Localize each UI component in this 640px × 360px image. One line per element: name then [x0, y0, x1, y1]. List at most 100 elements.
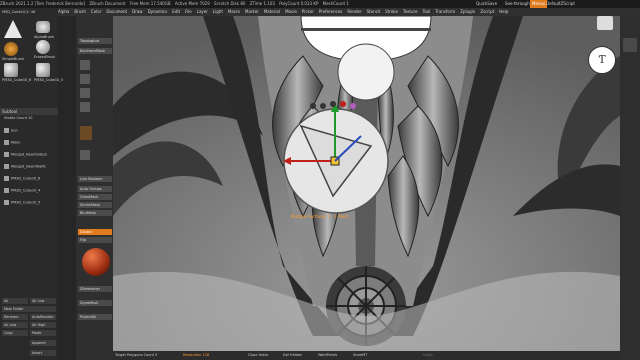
bottom-shelf: Target Polygons Count 5 Resolution 128 C… — [113, 351, 620, 360]
right-shelf — [620, 16, 640, 360]
menu-texture[interactable]: Texture — [403, 9, 418, 14]
resolution-slider[interactable]: Resolution 128 — [183, 351, 209, 360]
flip-button[interactable]: Flip — [78, 237, 112, 243]
free-mem: Free Mem 17.540GB — [129, 1, 171, 6]
shrink-mask-button[interactable]: ShrinkMask — [78, 202, 112, 208]
logo-icon: Ƭ — [588, 46, 616, 74]
del-hidden-button[interactable]: Del Hidden — [283, 351, 302, 360]
grow-mask-button[interactable]: GrowMask — [78, 194, 112, 200]
subtool-item[interactable]: Moon — [4, 140, 21, 145]
subtool-thumb-icon — [4, 188, 9, 193]
simple-brush-icon[interactable] — [4, 42, 18, 56]
backface-mask-button[interactable]: BackfaceMask — [78, 48, 112, 54]
menu-draw[interactable]: Draw — [132, 9, 142, 14]
copy-button[interactable]: Copy — [2, 330, 28, 336]
menu-alpha[interactable]: Alpha — [58, 9, 69, 14]
menu-tool[interactable]: Tool — [423, 9, 431, 14]
gizmo-info-label: Multiple Surfaces: 1 · 1 Mesh — [291, 214, 349, 219]
menu-help[interactable]: Help — [499, 9, 508, 14]
auto-groups-button[interactable]: Auto Groups — [78, 186, 112, 192]
default-zscript-button[interactable]: DefaultZScript — [546, 0, 575, 8]
double-button[interactable]: Double — [78, 229, 112, 235]
visible-count[interactable]: Visible Count 10 — [4, 116, 33, 120]
project-all-button[interactable]: ProjectAll — [78, 314, 112, 320]
subtool-item[interactable]: PM3D_Cube10_5 — [4, 200, 40, 205]
menu-edit[interactable]: Edit — [172, 9, 180, 14]
subtool-header[interactable]: Subtool — [0, 108, 58, 115]
append-button[interactable]: Append — [30, 340, 56, 346]
menu-file[interactable]: File — [185, 9, 192, 14]
weld-points-button[interactable]: WeldPoints — [318, 351, 337, 360]
tool-thumbnail-icon[interactable] — [4, 20, 22, 38]
subtool-thumb-icon — [4, 140, 9, 145]
left-tray: MSD_Cube10,5: 48 AlphaBrush SimpleBrush … — [0, 8, 63, 360]
menu-color[interactable]: Color — [91, 9, 101, 14]
alpha-brush-label: AlphaBrush — [34, 35, 55, 39]
cube-tool-icon-2[interactable] — [36, 63, 50, 77]
tool-label-1: PM3D_Cube10_6 — [2, 78, 32, 82]
avatar-thumb-icon[interactable] — [623, 38, 637, 52]
all-button[interactable]: All — [2, 298, 28, 304]
menu-zplugin[interactable]: Zplugin — [460, 9, 475, 14]
tool-title: MSD_Cube10,5: 48 — [2, 10, 36, 14]
paste-button[interactable]: Paste — [30, 330, 56, 336]
menu-movie[interactable]: Movie — [285, 9, 297, 14]
autoreorder-button[interactable]: AutoReorder — [30, 314, 56, 320]
all-low-button[interactable]: All Low — [30, 298, 56, 304]
subtool-thumb-icon — [4, 128, 9, 133]
blur-mask-button[interactable]: BlurMask — [78, 210, 112, 216]
rename-button[interactable]: Rename — [2, 314, 28, 320]
close-holes-button[interactable]: Close Holes — [248, 351, 268, 360]
menu-marker[interactable]: Marker — [245, 9, 259, 14]
zremesher-button[interactable]: ZRemesher — [78, 286, 112, 292]
brush-slot-icon[interactable] — [80, 60, 90, 70]
subtool-item[interactable]: Merged_HeartSides2 — [4, 152, 47, 157]
new-folder-button[interactable]: New Folder — [2, 306, 56, 312]
eraser-brush-icon[interactable] — [36, 40, 50, 54]
menu-preferences[interactable]: Preferences — [319, 9, 343, 14]
subtool-item[interactable]: PM3D_Cube10_6 — [4, 176, 40, 181]
menu-brush[interactable]: Brush — [74, 9, 86, 14]
menu-zscript[interactable]: Zscript — [480, 9, 494, 14]
menu-render[interactable]: Render — [347, 9, 361, 14]
brush-slot-icon[interactable] — [80, 102, 90, 112]
brush-slot-icon[interactable] — [80, 150, 90, 160]
all-high-button[interactable]: All High — [30, 322, 56, 328]
menu-document[interactable]: Document — [106, 9, 127, 14]
subtool-item[interactable]: PM3D_Cube10_4 — [4, 188, 40, 193]
menu-light[interactable]: Light — [213, 9, 223, 14]
app-title: ZBrush 2021.1.2 [Tom Frederick Bernardo] — [0, 1, 86, 6]
tool-label-2: PM3D_Cube10_5 — [34, 78, 64, 82]
subtool-item[interactable]: Sun — [4, 128, 18, 133]
brush-slot-icon[interactable] — [80, 88, 90, 98]
material-sphere-icon[interactable] — [82, 248, 110, 276]
live-boolean-button[interactable]: Live Boolean — [78, 176, 112, 182]
brush-slot-icon[interactable] — [80, 74, 90, 84]
topological-button[interactable]: Topological — [78, 38, 112, 44]
subtool-thumb-icon — [4, 152, 9, 157]
menus-button[interactable]: Menus — [530, 0, 548, 8]
move-brush-icon[interactable] — [80, 126, 92, 140]
menu-macro[interactable]: Macro — [228, 9, 240, 14]
menu-material[interactable]: Material — [264, 9, 280, 14]
viewport-canvas[interactable]: Multiple Surfaces: 1 · 1 Mesh Ƭ — [113, 16, 620, 351]
menu-dynamics[interactable]: Dynamics — [148, 9, 168, 14]
dynamesh-button[interactable]: DynaMesh — [78, 300, 112, 306]
quicksave-button[interactable]: QuickSave — [476, 0, 497, 8]
store-mt-button[interactable]: StoreMT — [353, 351, 367, 360]
menu-layer[interactable]: Layer — [197, 9, 208, 14]
cube-tool-icon[interactable] — [4, 63, 18, 77]
insert-button[interactable]: Insert — [30, 350, 56, 356]
menu-stencil[interactable]: Stencil — [367, 9, 381, 14]
all-low-button-2[interactable]: All Low — [2, 322, 28, 328]
menu-stroke[interactable]: Stroke — [385, 9, 398, 14]
menu-picker[interactable]: Picker — [302, 9, 314, 14]
subtool-thumb-icon — [4, 164, 9, 169]
target-polygons-slider[interactable]: Target Polygons Count 5 — [115, 351, 157, 360]
menu-transform[interactable]: Transform — [435, 9, 455, 14]
undo-button[interactable]: UnDo — [423, 351, 433, 360]
subtool-thumb-icon — [4, 200, 9, 205]
alpha-brush-icon[interactable] — [36, 21, 50, 33]
meshcount: MeshCount 1 — [322, 1, 349, 6]
subtool-item[interactable]: Merged_SwordHalf1 — [4, 164, 46, 169]
